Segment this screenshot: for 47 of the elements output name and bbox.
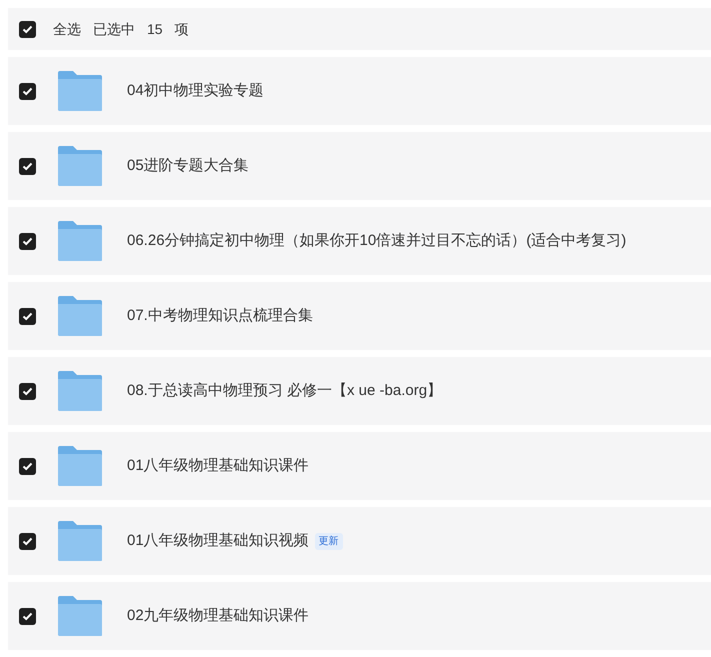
folder-name: 05进阶专题大合集 xyxy=(127,156,249,176)
checkbox[interactable] xyxy=(19,608,36,624)
folder-name: 08.于总读高中物理预习 必修一【x ue -ba.org】 xyxy=(127,380,442,401)
folder-icon xyxy=(57,520,103,562)
folder-icon xyxy=(57,70,103,112)
folder-icon xyxy=(57,445,103,487)
checkbox[interactable] xyxy=(19,308,36,324)
folder-row[interactable]: 05进阶专题大合集 xyxy=(8,132,711,200)
checkmark-icon xyxy=(22,386,33,396)
folder-row[interactable]: 06.26分钟搞定初中物理（如果你开10倍速并过目不忘的话）(适合中考复习) xyxy=(8,207,711,275)
selected-label: 已选中 xyxy=(93,20,135,38)
folder-name: 04初中物理实验专题 xyxy=(127,80,264,101)
checkbox[interactable] xyxy=(19,532,36,550)
select-all-label[interactable]: 全选 xyxy=(53,18,81,40)
folder-name: 01八年级物理基础知识课件 xyxy=(127,456,309,476)
checkbox[interactable] xyxy=(19,82,36,100)
checkmark-icon xyxy=(22,162,33,170)
selected-count: 15 xyxy=(147,20,163,38)
checkmark-icon xyxy=(22,536,33,546)
folder-name: 06.26分钟搞定初中物理（如果你开10倍速并过目不忘的话）(适合中考复习) xyxy=(127,230,626,251)
folder-icon xyxy=(57,220,103,262)
folder-row[interactable]: 07.中考物理知识点梳理合集 xyxy=(8,282,711,350)
folder-row[interactable]: 01八年级物理基础知识视频 更新 xyxy=(8,507,711,575)
folder-row[interactable]: 04初中物理实验专题 xyxy=(8,57,711,125)
folder-name: 01八年级物理基础知识视频 xyxy=(127,530,309,551)
unit-label: 项 xyxy=(174,20,189,38)
checkbox[interactable] xyxy=(19,158,36,174)
checkmark-icon xyxy=(22,86,33,96)
checkmark-icon xyxy=(22,24,33,34)
update-badge: 更新 xyxy=(314,532,343,550)
checkmark-icon xyxy=(22,312,33,320)
checkmark-icon xyxy=(22,462,33,470)
folder-icon xyxy=(57,295,103,337)
folder-row[interactable]: 01八年级物理基础知识课件 xyxy=(8,432,711,500)
folder-name: 02九年级物理基础知识课件 xyxy=(127,606,309,626)
folder-row[interactable]: 08.于总读高中物理预习 必修一【x ue -ba.org】 xyxy=(8,357,711,425)
checkmark-icon xyxy=(22,612,33,620)
checkbox[interactable] xyxy=(19,20,36,38)
folder-row[interactable]: 02九年级物理基础知识课件 xyxy=(8,582,711,650)
checkbox[interactable] xyxy=(19,458,36,474)
folder-name: 07.中考物理知识点梳理合集 xyxy=(127,306,313,326)
folder-icon xyxy=(57,145,103,187)
folder-icon xyxy=(57,370,103,412)
checkmark-icon xyxy=(22,236,33,246)
checkbox[interactable] xyxy=(19,382,36,400)
checkbox[interactable] xyxy=(19,232,36,250)
folder-icon xyxy=(57,595,103,637)
